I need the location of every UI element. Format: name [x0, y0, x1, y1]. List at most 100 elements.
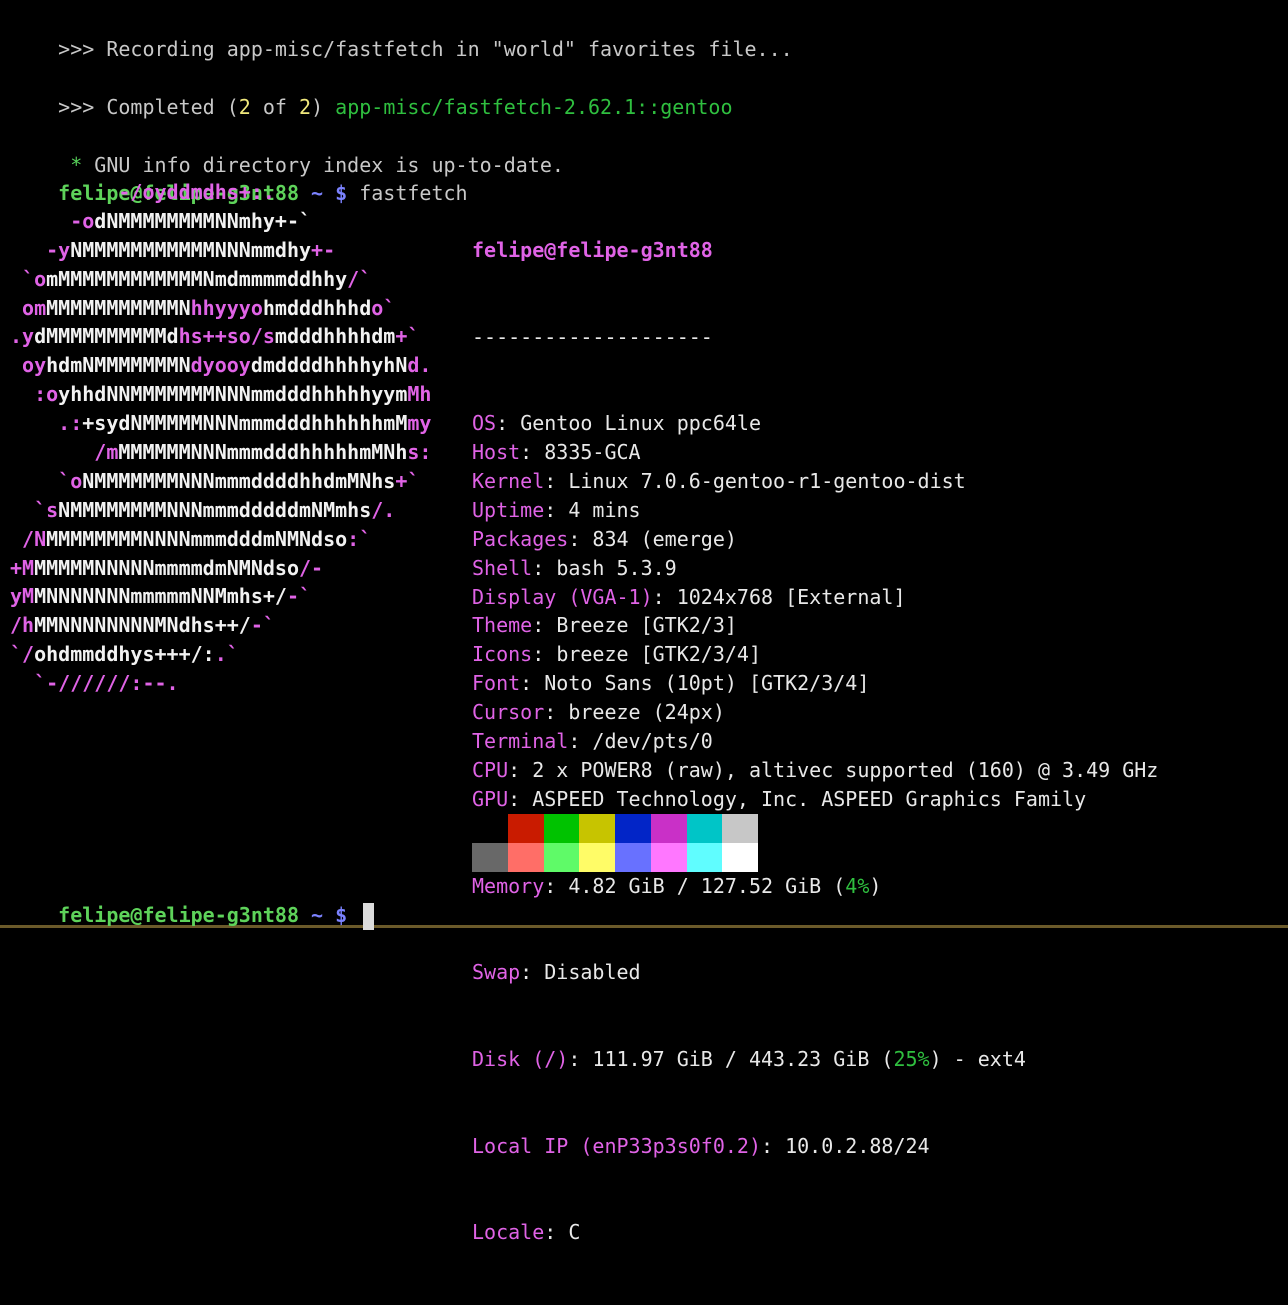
logo-segment: MMNNNNNNNNMNdhs++/ — [34, 613, 251, 638]
info-value: C — [568, 1220, 581, 1245]
logo-segment: Mh — [407, 382, 432, 407]
logo-row: :oyhhdNNMMMMMMMNNNmmdddhhhhhyymMh — [10, 380, 431, 409]
logo-segment: NMMMMMMMMNNNmmmdddddmNMmhs — [58, 497, 372, 522]
info-value: ASPEED Technology, Inc. ASPEED Graphics … — [532, 786, 1087, 811]
logo-segment: om — [10, 295, 47, 320]
palette-swatch — [507, 814, 544, 843]
completed-close: ) — [311, 95, 336, 119]
info-key: OS — [472, 411, 497, 436]
palette-swatch — [650, 843, 687, 872]
info-row: Host: 8335-GCA — [472, 440, 641, 465]
active-prompt-line[interactable]: felipe@felipe-g3nt88 ~ $ — [10, 872, 375, 930]
info-row: Font: Noto Sans (10pt) [GTK2/3/4] — [472, 671, 870, 696]
info-value: Breeze [GTK2/3] — [556, 613, 737, 638]
command-prompt-line: felipe@felipe-g3nt88 ~ $ fastfetch — [10, 150, 467, 205]
info-row: Kernel: Linux 7.0.6-gentoo-r1-gentoo-dis… — [472, 469, 966, 493]
logo-segment: dMMMMMMMMMMd — [34, 324, 179, 349]
completed-count: 2 — [238, 95, 251, 119]
logo-segment: -y — [10, 237, 71, 262]
info-key: Uptime — [472, 497, 545, 522]
logo-row: -/oyddmdhs+:. — [10, 178, 431, 207]
logo-segment: /- — [299, 555, 324, 580]
palette-normal-row — [472, 814, 758, 843]
logo-segment: MMMMMMMMNNNNmmmdddmNMNdso — [46, 526, 348, 551]
info-value: 834 (emerge) — [592, 526, 737, 551]
info-value: breeze [GTK2/3/4] — [556, 642, 762, 667]
memory-percent: 4% — [845, 873, 870, 898]
palette-swatch — [472, 843, 508, 872]
info-key: Terminal — [472, 729, 569, 754]
info-row: Shell: bash 5.3.9 — [472, 555, 677, 580]
info-key: Icons — [472, 642, 533, 667]
info-key: Shell — [472, 555, 533, 580]
info-row-disk: Disk (/): 111.97 GiB / 443.23 GiB (25%) … — [472, 1046, 1026, 1071]
logo-segment: :` — [347, 526, 372, 551]
logo-row: -odNMMMMMMMMNNmhy+-` — [10, 207, 431, 236]
info-key: Theme — [472, 613, 533, 638]
info-key: Locale — [472, 1220, 545, 1245]
logo-segment: /` — [347, 266, 372, 291]
text-cursor[interactable] — [363, 903, 375, 930]
logo-segment: hhyyyo — [190, 295, 263, 320]
info-row: Icons: breeze [GTK2/3/4] — [472, 642, 762, 667]
logo-segment: /. — [371, 497, 396, 522]
info-key: Memory — [472, 873, 545, 898]
palette-swatch — [722, 814, 758, 843]
info-value-suffix: ) - ext4 — [929, 1046, 1026, 1071]
logo-segment: `o — [10, 468, 83, 493]
info-value: bash 5.3.9 — [556, 555, 677, 580]
info-value: Linux 7.0.6-gentoo-r1-gentoo-dist — [568, 469, 966, 493]
info-row: OS: Gentoo Linux ppc64le — [472, 411, 762, 436]
info-key: Host — [472, 440, 521, 465]
disk-percent: 25% — [893, 1046, 930, 1071]
logo-segment: ohdmmddhys+++/: — [34, 642, 215, 667]
logo-segment: +` — [395, 468, 420, 493]
info-key: Kernel — [472, 469, 545, 493]
logo-segment: /h — [10, 613, 35, 638]
info-value: 10.0.2.88/24 — [785, 1133, 930, 1158]
palette-swatch — [472, 814, 508, 843]
logo-row: `sNMMMMMMMMNNNmmmdddddmNMmhs/. — [10, 496, 431, 525]
logo-segment: -` — [286, 584, 312, 609]
logo-row: yMMNNNNNNNmmmmmNNMmhs+/-` — [10, 582, 431, 611]
logo-segment: -/oyddmdhs+:. — [10, 180, 275, 204]
logo-segment: :o — [10, 382, 59, 407]
info-key: Disk (/) — [472, 1046, 569, 1071]
logo-segment: hmdddhhhd — [262, 295, 372, 320]
logo-segment: .` — [214, 642, 239, 667]
info-row-memory: Memory: 4.82 GiB / 127.52 GiB (4%) — [472, 873, 882, 898]
logo-segment: `/ — [10, 642, 35, 667]
logo-segment: oy — [10, 353, 47, 378]
info-value-suffix: ) — [869, 873, 882, 898]
logo-segment: `o — [10, 266, 47, 291]
palette-swatch — [579, 814, 615, 843]
terminal-window[interactable]: >>> Recording app-misc/fastfetch in "wor… — [0, 0, 1288, 1244]
info-row: Packages: 834 (emerge) — [472, 526, 737, 551]
logo-segment: dmddddhhhhyhN — [250, 353, 408, 378]
logo-row: .:+sydNMMMMMNNNmmmdddhhhhhhmMmy — [10, 409, 431, 438]
logo-segment: MNNNNNNNmmmmmNNMmhs+/ — [34, 584, 287, 609]
info-title: felipe@felipe-g3nt88 — [472, 237, 713, 262]
palette-swatch — [650, 814, 687, 843]
logo-segment: hs++so/s — [178, 324, 275, 349]
logo-segment: /N — [10, 526, 47, 551]
logo-row: `/ohdmmddhys+++/:.` — [10, 640, 431, 669]
info-separator: -------------------- — [472, 324, 713, 349]
info-key: CPU — [472, 757, 509, 782]
info-value: 111.97 GiB / 443.23 GiB ( — [592, 1046, 894, 1071]
color-palette — [472, 814, 758, 872]
info-value: 2 x POWER8 (raw), altivec supported (160… — [532, 757, 1159, 782]
recording-line: >>> Recording app-misc/fastfetch in "wor… — [10, 6, 793, 61]
logo-row: /hMMNNNNNNNNMNdhs++/-` — [10, 611, 431, 640]
palette-swatch — [543, 843, 580, 872]
logo-row: `oNMMMMMMMNNNmmmddddhhdmMNhs+` — [10, 467, 431, 496]
logo-segment: .y — [10, 324, 35, 349]
logo-row: /NMMMMMMMMNNNNmmmdddmNMNdso:` — [10, 525, 431, 554]
info-rows: OS: Gentoo Linux ppc64le Host: 8335-GCA Ke… — [472, 409, 1158, 813]
logo-segment: MMMMMMNNNmmmdddhhhhhmMNh — [118, 440, 408, 465]
logo-segment: dNMMMMMMMMNNmhy+-` — [94, 208, 312, 233]
palette-swatch — [507, 843, 544, 872]
info-row: Display (VGA-1): 1024x768 [External] — [472, 584, 906, 609]
info-key: Display (VGA-1) — [472, 584, 653, 609]
logo-segment: /m — [10, 440, 119, 465]
